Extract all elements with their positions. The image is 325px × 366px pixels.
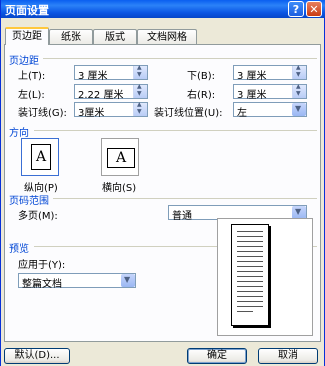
preview-text-line: [237, 231, 263, 232]
tab-paper[interactable]: 纸张: [49, 29, 93, 44]
preview-text-line: [237, 236, 263, 237]
landscape-label[interactable]: 横向(S): [102, 179, 136, 194]
portrait-option[interactable]: A: [21, 138, 59, 176]
preview-text-line: [237, 251, 263, 252]
tab-document-grid[interactable]: 文档网格: [137, 29, 197, 44]
page-range-divider: [53, 198, 317, 199]
page-preview: [217, 218, 313, 336]
preview-text-line: [237, 261, 263, 262]
gutter-spinner[interactable]: 3厘米: [74, 101, 148, 119]
preview-text-line: [237, 271, 263, 272]
preview-text-line: [237, 241, 263, 242]
left-margin-value: 2.22 厘米: [78, 90, 124, 101]
ok-button[interactable]: 确定: [187, 348, 247, 364]
gutter-position-label: 装订线位置(U):: [154, 108, 223, 119]
help-button[interactable]: ?: [288, 1, 304, 17]
apply-to-select[interactable]: 整篇文档: [18, 273, 136, 290]
default-button[interactable]: 默认(D)...: [4, 348, 70, 364]
spin-arrows-icon[interactable]: [292, 64, 306, 79]
landscape-page-icon: A: [107, 148, 135, 168]
spin-arrows-icon[interactable]: [133, 64, 147, 79]
chevron-down-icon[interactable]: [121, 274, 135, 287]
spin-arrows-icon[interactable]: [133, 101, 147, 116]
landscape-option[interactable]: A: [101, 138, 139, 176]
page-setup-dialog: 页面设置 ? ✕ 页边距 纸张 版式 文档网格 页边距 上(T): 3 厘米 下…: [0, 0, 325, 366]
preview-text-line: [237, 301, 263, 302]
preview-text-line: [237, 246, 263, 247]
left-margin-spinner[interactable]: 2.22 厘米: [74, 83, 148, 101]
preview-text-line: [237, 276, 263, 277]
tab-layout[interactable]: 版式: [93, 29, 137, 44]
bottom-margin-label: 下(B):: [187, 71, 216, 82]
preview-text-line: [237, 311, 253, 312]
chevron-down-icon[interactable]: [292, 103, 306, 116]
left-margin-label: 左(L):: [18, 90, 45, 101]
orientation-section-label: 方向: [9, 128, 29, 139]
preview-text-line: [237, 266, 263, 267]
preview-text-line: [237, 291, 263, 292]
multiple-pages-value: 普通: [172, 211, 192, 222]
multiple-pages-label: 多页(M):: [18, 211, 58, 222]
cancel-button[interactable]: 取消: [258, 348, 318, 364]
spin-arrows-icon[interactable]: [292, 83, 306, 98]
page-range-section-label: 页码范围: [9, 196, 49, 207]
right-margin-label: 右(R):: [187, 90, 216, 101]
portrait-page-icon: A: [31, 144, 51, 170]
apply-to-label: 应用于(Y):: [18, 260, 66, 271]
top-margin-value: 3 厘米: [78, 71, 108, 82]
right-margin-spinner[interactable]: 3 厘米: [233, 83, 307, 101]
window-title: 页面设置: [5, 4, 49, 17]
bottom-margin-value: 3 厘米: [237, 71, 267, 82]
orientation-divider: [34, 130, 317, 131]
spin-arrows-icon[interactable]: [133, 83, 147, 98]
margins-divider: [43, 58, 317, 59]
preview-text-line: [237, 256, 263, 257]
preview-text-line: [237, 306, 263, 307]
top-margin-label: 上(T):: [18, 71, 46, 82]
preview-text-line: [237, 281, 263, 282]
preview-text-line: [237, 296, 263, 297]
top-margin-spinner[interactable]: 3 厘米: [74, 64, 148, 82]
preview-text-line: [237, 286, 263, 287]
apply-to-value: 整篇文档: [22, 279, 62, 290]
gutter-position-value: 左: [237, 108, 247, 119]
gutter-label: 装订线(G):: [18, 108, 67, 119]
margins-section-label: 页边距: [9, 56, 39, 67]
gutter-position-select[interactable]: 左: [233, 102, 307, 119]
bottom-margin-spinner[interactable]: 3 厘米: [233, 64, 307, 82]
title-bar[interactable]: 页面设置 ? ✕: [1, 0, 325, 18]
preview-page: [231, 224, 269, 326]
right-margin-value: 3 厘米: [237, 90, 267, 101]
tab-margins[interactable]: 页边距: [5, 27, 49, 45]
close-button[interactable]: ✕: [306, 1, 322, 17]
gutter-value: 3厘米: [78, 108, 105, 119]
preview-section-label: 预览: [9, 244, 29, 255]
